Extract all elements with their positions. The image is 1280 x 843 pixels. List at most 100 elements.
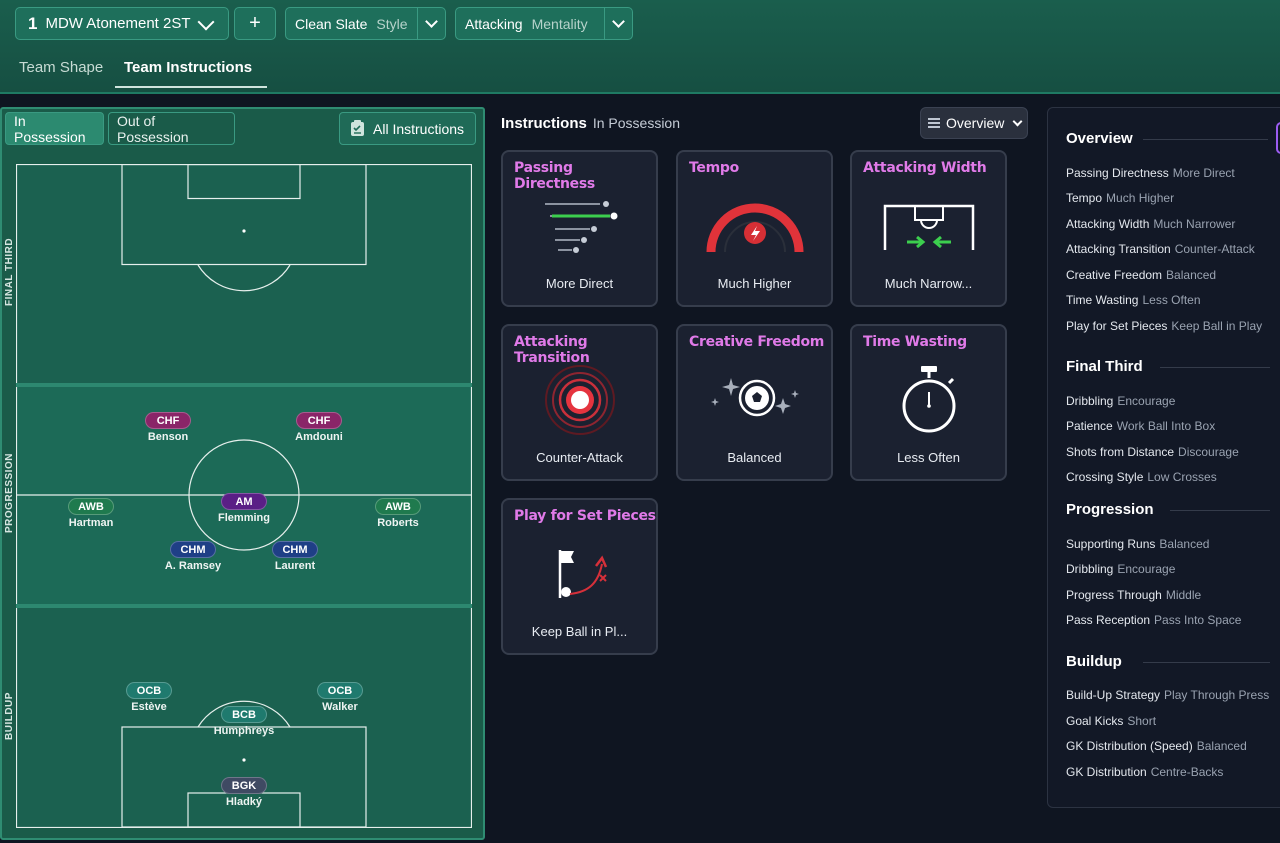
add-tactic-button[interactable]: + <box>234 7 276 40</box>
card-value: Less Often <box>897 450 960 465</box>
width-arrows-icon <box>883 204 974 250</box>
role-badge: BGK <box>221 777 267 794</box>
overview-row: Passing Directness More Direct <box>1066 166 1235 180</box>
player-chip[interactable]: OCB Estève <box>109 681 189 713</box>
top-bar: 1 MDW Atonement 2ST + Clean Slate Style … <box>0 0 1280 94</box>
progression-heading: Progression <box>1066 501 1154 518</box>
player-chip[interactable]: BCB Humphreys <box>204 705 284 737</box>
in-possession-toggle[interactable]: In Possession <box>5 112 104 145</box>
tab-team-shape[interactable]: Team Shape <box>19 59 103 76</box>
card-value: Much Higher <box>717 276 792 291</box>
instruction-card-time-wasting[interactable]: Time Wasting Less Often <box>850 324 1007 481</box>
player-chip[interactable]: AWB Roberts <box>358 497 438 529</box>
player-name: Humphreys <box>213 725 275 737</box>
instructions-heading: Instructions In Possession <box>501 115 680 132</box>
overview-row: Goal Kicks Short <box>1066 714 1157 728</box>
overview-row: Crossing Style Low Crosses <box>1066 470 1217 484</box>
all-instructions-button[interactable]: All Instructions <box>339 112 476 145</box>
tactics-pitch: FINAL THIRD PROGRESSION BUILDUP CHF Bens… <box>4 164 472 828</box>
instruction-card-attacking-transition[interactable]: Attacking Transition Counter-Attack <box>501 324 658 481</box>
pitch-panel: In Possession Out of Possession All Inst… <box>0 107 485 840</box>
role-badge: OCB <box>317 682 363 699</box>
player-chip[interactable]: CHF Benson <box>128 411 208 443</box>
overview-row: Attacking Transition Counter-Attack <box>1066 242 1255 256</box>
card-value: Counter-Attack <box>536 450 623 465</box>
chevron-down-icon <box>425 15 438 28</box>
role-badge: CHM <box>170 541 216 558</box>
overview-row: Creative Freedom Balanced <box>1066 268 1217 282</box>
tempo-gauge-icon <box>706 203 803 253</box>
chevron-down-icon <box>1012 116 1023 126</box>
overview-row: Time Wasting Less Often <box>1066 293 1201 307</box>
mentality-value: Attacking <box>465 15 523 32</box>
player-name: Laurent <box>274 560 316 572</box>
instruction-card-play-for-set-pieces[interactable]: Play for Set Pieces Keep Ball in Pl... <box>501 498 658 655</box>
final-third-heading: Final Third <box>1066 358 1143 375</box>
mentality-dropdown-button[interactable] <box>604 8 632 39</box>
buildup-heading: Buildup <box>1066 653 1122 670</box>
corner-flag-icon <box>558 550 607 598</box>
stopwatch-icon <box>902 366 955 433</box>
zone-label-buildup: BUILDUP <box>4 692 15 740</box>
card-value: Keep Ball in Pl... <box>531 624 628 639</box>
card-value: Much Narrow... <box>884 276 973 291</box>
card-title: Time Wasting <box>863 334 967 350</box>
role-badge: CHF <box>145 412 191 429</box>
overview-row: Pass Reception Pass Into Space <box>1066 613 1242 627</box>
instruction-card-tempo[interactable]: Tempo Much Higher <box>676 150 833 307</box>
tactic-select[interactable]: 1 MDW Atonement 2ST <box>15 7 229 40</box>
view-select-label: Overview <box>946 115 1005 131</box>
radar-rings-icon <box>544 365 615 435</box>
player-chip[interactable]: CHM A. Ramsey <box>153 540 233 572</box>
card-title: Attacking Transition <box>514 334 590 366</box>
player-chip[interactable]: CHM Laurent <box>255 540 335 572</box>
overview-row: GK Distribution (Speed) Balanced <box>1066 739 1247 753</box>
player-chip[interactable]: AM Flemming <box>204 492 284 524</box>
tactic-number: 1 <box>28 13 38 33</box>
mentality-select[interactable]: Attacking Mentality <box>455 7 633 40</box>
overview-row: Build-Up Strategy Play Through Press <box>1066 688 1270 702</box>
player-name: Flemming <box>218 512 270 524</box>
card-title: Passing Directness <box>514 160 595 192</box>
instruction-card-passing-directness[interactable]: Passing Directness More Direct <box>501 150 658 307</box>
style-dropdown-button[interactable] <box>417 8 445 39</box>
player-chip[interactable]: OCB Walker <box>300 681 380 713</box>
overview-row: Dribbling Encourage <box>1066 394 1176 408</box>
clipboard-icon <box>351 120 364 136</box>
instruction-card-creative-freedom[interactable]: Creative Freedom Balanced <box>676 324 833 481</box>
overview-row: Dribbling Encourage <box>1066 562 1176 576</box>
player-chip[interactable]: BGK Hladký <box>204 776 284 808</box>
instructions-subtitle: In Possession <box>592 115 681 131</box>
tactic-name: MDW Atonement 2ST <box>45 15 191 32</box>
role-badge: AWB <box>375 498 421 515</box>
role-badge: AWB <box>68 498 114 515</box>
player-name: Amdouni <box>295 431 343 443</box>
player-name: Benson <box>147 431 189 443</box>
role-badge: CHM <box>272 541 318 558</box>
chevron-down-icon <box>197 13 215 31</box>
player-chip[interactable]: AWB Hartman <box>51 497 131 529</box>
panel-scroll-handle[interactable] <box>1276 122 1280 154</box>
tab-team-instructions[interactable]: Team Instructions <box>124 59 252 76</box>
all-instructions-label: All Instructions <box>373 120 465 137</box>
style-value: Clean Slate <box>295 15 368 32</box>
out-of-possession-toggle[interactable]: Out of Possession <box>108 112 235 145</box>
role-badge: BCB <box>221 706 267 723</box>
view-select[interactable]: Overview <box>920 107 1028 139</box>
zone-label-progression: PROGRESSION <box>4 453 15 533</box>
card-title: Play for Set Pieces <box>514 508 656 524</box>
player-name: A. Ramsey <box>164 560 222 572</box>
overview-row: Tempo Much Higher <box>1066 191 1175 205</box>
overview-row: Supporting Runs Balanced <box>1066 537 1210 551</box>
player-name: Estève <box>131 701 167 713</box>
player-chip[interactable]: CHF Amdouni <box>279 411 359 443</box>
role-badge: CHF <box>296 412 342 429</box>
overview-row: GK Distribution Centre-Backs <box>1066 765 1224 779</box>
style-select[interactable]: Clean Slate Style <box>285 7 446 40</box>
instructions-title: Instructions <box>501 115 587 132</box>
list-icon <box>928 118 940 128</box>
active-tab-indicator <box>115 86 267 88</box>
instruction-card-attacking-width[interactable]: Attacking Width Much Narrow... <box>850 150 1007 307</box>
overview-row: Progress Through Middle <box>1066 588 1202 602</box>
divider <box>1160 367 1270 368</box>
